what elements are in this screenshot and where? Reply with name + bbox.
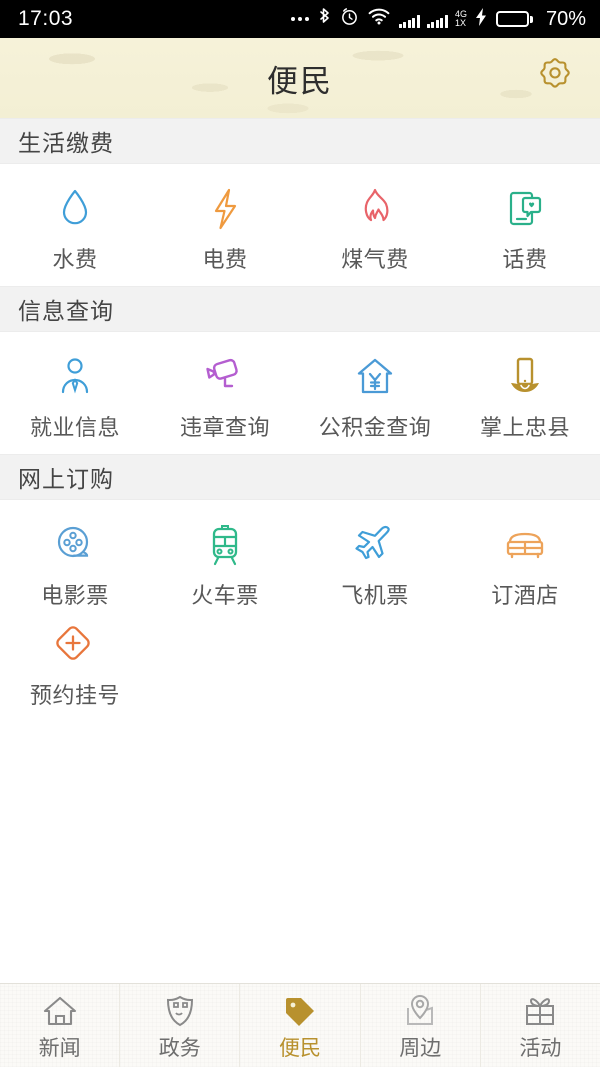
section-grid-utilities: 水费 电费 煤气费 话费 <box>0 164 600 286</box>
section-grid-booking: 电影票 火车票 飞机票 订酒店 预约挂号 <box>0 500 600 722</box>
battery-percent: 70% <box>545 7 586 30</box>
train-icon <box>205 522 245 568</box>
service-label: 掌上忠县 <box>479 415 570 440</box>
tab-label: 新闻 <box>38 1036 81 1060</box>
service-item-zhongxian-app[interactable]: 掌上忠县 <box>450 346 600 446</box>
service-item-hotel[interactable]: 订酒店 <box>450 514 600 614</box>
service-label: 话费 <box>502 247 548 272</box>
page-header: 便民 <box>0 38 600 118</box>
bed-icon <box>501 522 549 568</box>
bluetooth-icon <box>318 7 331 31</box>
service-list: 生活缴费 水费 电费 煤气费 话费 信息查询 就业信息 违章查询 公积金查询 掌… <box>0 118 600 983</box>
home-icon <box>41 990 79 1028</box>
wifi-icon <box>368 8 390 30</box>
service-label: 违章查询 <box>179 415 270 440</box>
alarm-icon <box>340 7 359 31</box>
tab-activity[interactable]: 活动 <box>481 984 600 1067</box>
service-label: 订酒店 <box>491 583 559 608</box>
phone-in-hand-icon <box>503 354 547 400</box>
gift-icon <box>522 990 558 1028</box>
airplane-icon <box>352 522 398 568</box>
service-label: 飞机票 <box>341 583 409 608</box>
page-title: 便民 <box>267 63 333 99</box>
service-item-train-ticket[interactable]: 火车票 <box>150 514 300 614</box>
section-header-booking: 网上订购 <box>0 454 600 500</box>
tab-label: 政务 <box>158 1036 201 1060</box>
battery-icon <box>495 11 533 27</box>
charging-bolt-icon <box>475 7 487 31</box>
shield-icon <box>163 990 197 1028</box>
section-header-utilities: 生活缴费 <box>0 118 600 164</box>
tab-government[interactable]: 政务 <box>120 984 241 1067</box>
lightning-bolt-icon <box>205 186 245 232</box>
service-item-water[interactable]: 水费 <box>0 178 150 278</box>
service-item-employment[interactable]: 就业信息 <box>0 346 150 446</box>
network-type: 4G 1X <box>454 9 467 29</box>
more-dots-icon <box>290 17 309 21</box>
surveillance-camera-icon <box>201 354 249 400</box>
tab-convenience[interactable]: 便民 <box>240 984 361 1067</box>
service-label: 火车票 <box>191 583 259 608</box>
person-tie-icon <box>54 354 96 400</box>
tab-label: 周边 <box>399 1036 442 1060</box>
service-item-phone-bill[interactable]: 话费 <box>450 178 600 278</box>
service-label: 就业信息 <box>29 415 120 440</box>
status-bar: 17:03 4G 1X 70% <box>0 0 600 38</box>
gear-icon <box>534 55 576 102</box>
service-item-flight-ticket[interactable]: 飞机票 <box>300 514 450 614</box>
tab-nearby[interactable]: 周边 <box>361 984 481 1067</box>
status-time: 17:03 <box>18 7 74 30</box>
bottom-navigation: 新闻 政务 便民 周边 活动 <box>0 983 600 1067</box>
section-grid-info: 就业信息 违章查询 公积金查询 掌上忠县 <box>0 332 600 454</box>
service-item-traffic-violation[interactable]: 违章查询 <box>150 346 300 446</box>
tab-label: 便民 <box>279 1036 321 1060</box>
service-item-housing-fund[interactable]: 公积金查询 <box>300 346 450 446</box>
app-root: 17:03 4G 1X 70% 便民 生活缴费 水费 电费 煤气费 话费 信息查… <box>0 0 600 1067</box>
section-header-info: 信息查询 <box>0 286 600 332</box>
network-type-bottom: 1X <box>454 18 466 28</box>
settings-button[interactable] <box>532 55 578 101</box>
house-yuan-icon <box>353 354 397 400</box>
service-label: 煤气费 <box>341 247 409 272</box>
flame-icon <box>354 186 396 232</box>
status-icons: 4G 1X 70% <box>290 7 586 31</box>
service-item-electricity[interactable]: 电费 <box>150 178 300 278</box>
service-item-gas[interactable]: 煤气费 <box>300 178 450 278</box>
film-reel-icon <box>52 522 98 568</box>
service-item-appointment[interactable]: 预约挂号 <box>0 614 150 714</box>
service-label: 公积金查询 <box>318 415 432 440</box>
signal-bars-icon: 4G 1X <box>398 9 467 29</box>
tab-label: 活动 <box>519 1036 562 1060</box>
service-label: 电费 <box>202 247 248 272</box>
medical-cross-icon <box>52 622 98 668</box>
service-label: 预约挂号 <box>29 683 120 708</box>
water-drop-icon <box>54 186 96 232</box>
service-label: 电影票 <box>41 583 109 608</box>
map-pin-icon <box>402 990 438 1028</box>
tag-icon <box>282 990 318 1028</box>
service-label: 水费 <box>52 247 98 272</box>
phone-chat-heart-icon <box>503 186 547 232</box>
tab-news[interactable]: 新闻 <box>0 984 121 1067</box>
service-item-movie-ticket[interactable]: 电影票 <box>0 514 150 614</box>
